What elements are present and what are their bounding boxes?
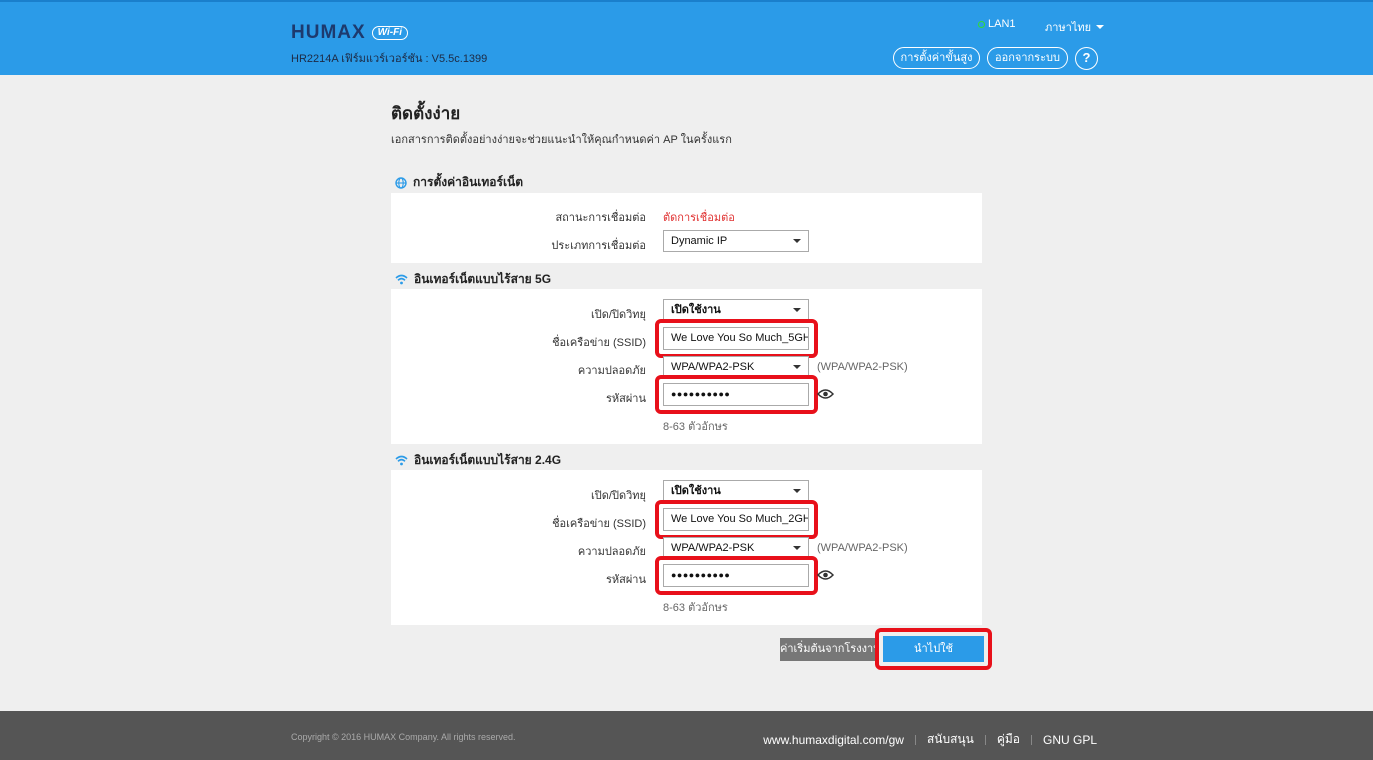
chevron-down-icon [793, 239, 801, 243]
apply-button[interactable]: นำไปใช้ [883, 636, 984, 662]
wifi5g-password-label: รหัสผ่าน [605, 393, 646, 405]
footer: Copyright © 2016 HUMAX Company. All righ… [0, 711, 1373, 760]
header-bar: HUMAX Wi-Fi HR2214A เฟิร์มแวร์เวอร์ชัน :… [0, 0, 1373, 75]
chevron-down-icon [793, 365, 801, 369]
humax-logo: HUMAX Wi-Fi [291, 22, 409, 44]
wifi5g-radio-label: เปิด/ปิดวิทยุ [591, 309, 646, 321]
wifi5g-radio-select[interactable]: เปิดใช้งาน [663, 299, 809, 321]
eye-icon[interactable] [817, 569, 834, 581]
copyright-text: Copyright © 2016 HUMAX Company. All righ… [291, 732, 516, 742]
wifi24g-security-note: (WPA/WPA2-PSK) [817, 542, 908, 554]
wifi24g-password-input[interactable]: ●●●●●●●●●● [663, 564, 809, 587]
chevron-down-icon [1096, 25, 1105, 29]
footer-links: www.humaxdigital.com/gw สนับสนุน คู่มือ … [763, 730, 1097, 749]
connection-type-value: Dynamic IP [671, 235, 728, 247]
wifi5g-security-label: ความปลอดภัย [577, 365, 646, 377]
advanced-settings-button[interactable]: การตั้งค่าขั้นสูง [893, 47, 980, 69]
chevron-down-icon [793, 546, 801, 550]
footer-divider [1030, 734, 1032, 745]
wifi24g-section-label: อินเทอร์เน็ตแบบไร้สาย 2.4G [414, 453, 562, 467]
page-title: ติดตั้งง่าย [391, 104, 461, 123]
wifi24g-ssid-label: ชื่อเครือข่าย (SSID) [552, 518, 646, 530]
wifi24g-section-title: อินเทอร์เน็ตแบบไร้สาย 2.4G [395, 451, 561, 470]
chevron-down-icon [793, 308, 801, 312]
internet-section-title: การตั้งค่าอินเทอร์เน็ต [395, 173, 523, 192]
wifi5g-security-value: WPA/WPA2-PSK [671, 361, 755, 373]
wifi5g-ssid-input[interactable]: We Love You So Much_5GH [663, 327, 809, 350]
wifi5g-section-title: อินเทอร์เน็ตแบบไร้สาย 5G [395, 270, 551, 289]
wifi5g-ssid-label: ชื่อเครือข่าย (SSID) [552, 337, 646, 349]
language-selector[interactable]: ภาษาไทย [1045, 18, 1105, 36]
wifi24g-radio-select[interactable]: เปิดใช้งาน [663, 480, 809, 502]
wifi24g-security-label: ความปลอดภัย [577, 546, 646, 558]
language-label: ภาษาไทย [1045, 22, 1092, 34]
logout-button[interactable]: ออกจากระบบ [987, 47, 1068, 69]
lan-label: LAN1 [988, 18, 1016, 30]
footer-divider [914, 734, 916, 745]
factory-reset-button[interactable]: ค่าเริ่มต้นจากโรงงาน [780, 638, 876, 661]
wifi24g-radio-label: เปิด/ปิดวิทยุ [591, 490, 646, 502]
firmware-version: HR2214A เฟิร์มแวร์เวอร์ชัน : V5.5c.1399 [291, 53, 488, 65]
wifi24g-radio-value: เปิดใช้งาน [671, 485, 721, 497]
connection-type-select[interactable]: Dynamic IP [663, 230, 809, 252]
wifi24g-security-value: WPA/WPA2-PSK [671, 542, 755, 554]
wifi24g-ssid-input[interactable]: We Love You So Much_2GH [663, 508, 809, 531]
lan-status-icon [978, 20, 985, 28]
footer-link-manual[interactable]: คู่มือ [997, 730, 1020, 749]
connection-status-label: สถานะการเชื่อมต่อ [555, 212, 646, 224]
internet-section-label: การตั้งค่าอินเทอร์เน็ต [413, 175, 524, 189]
wifi5g-password-input[interactable]: ●●●●●●●●●● [663, 383, 809, 406]
footer-divider [984, 734, 986, 745]
wifi24g-password-hint: 8-63 ตัวอักษร [663, 602, 728, 614]
connection-status-value: ตัดการเชื่อมต่อ [663, 212, 735, 224]
wifi5g-password-hint: 8-63 ตัวอักษร [663, 421, 728, 433]
globe-icon [395, 176, 407, 189]
wifi5g-security-note: (WPA/WPA2-PSK) [817, 361, 908, 373]
wifi5g-radio-value: เปิดใช้งาน [671, 304, 721, 316]
lan-status: LAN1 [978, 18, 1016, 30]
wifi5g-section-label: อินเทอร์เน็ตแบบไร้สาย 5G [414, 272, 552, 286]
wifi-icon [395, 455, 408, 466]
wifi-badge: Wi-Fi [371, 26, 409, 40]
connection-type-label: ประเภทการเชื่อมต่อ [551, 240, 646, 252]
eye-icon[interactable] [817, 388, 834, 400]
wifi-icon [395, 274, 408, 285]
help-button[interactable]: ? [1075, 47, 1098, 70]
logo-text: HUMAX [291, 22, 366, 43]
wifi24g-password-label: รหัสผ่าน [605, 574, 646, 586]
page-description: เอกสารการติดตั้งอย่างง่ายจะช่วยแนะนำให้ค… [391, 134, 732, 146]
footer-link-support[interactable]: สนับสนุน [927, 730, 974, 749]
chevron-down-icon [793, 489, 801, 493]
footer-link-website[interactable]: www.humaxdigital.com/gw [763, 733, 904, 747]
footer-link-gpl[interactable]: GNU GPL [1043, 733, 1097, 747]
